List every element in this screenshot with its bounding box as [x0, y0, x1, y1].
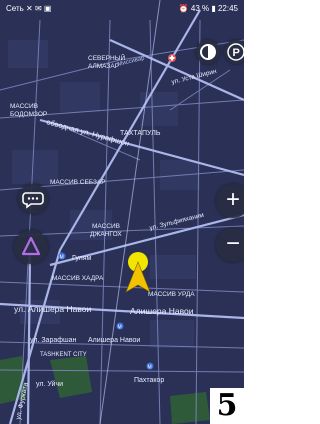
status-left: Сеть ✕ ✉ ▣	[6, 4, 52, 13]
svg-text:M: M	[118, 325, 122, 331]
alice-assistant-button[interactable]	[14, 230, 48, 264]
corner-number-label: 5	[210, 388, 244, 424]
status-bar: Сеть ✕ ✉ ▣ ⏰ 43 % ▮ 22:45	[0, 0, 244, 18]
label-dzhangoh-1: МАССИВ	[92, 223, 120, 230]
label-navoi-1: ул. Алишера Навои	[14, 304, 91, 314]
zoom-out-button[interactable]: −	[216, 228, 244, 262]
svg-text:M: M	[148, 365, 152, 371]
label-tahtapul: ТАХТАПУЛЬ	[120, 130, 161, 137]
parking-icon: P	[227, 43, 244, 61]
label-pakhtakor: Пахтакор	[134, 377, 164, 384]
chat-button[interactable]	[18, 184, 48, 214]
label-dzhangoh-2: ДЖАНГОХ	[90, 231, 122, 238]
label-bodomzor-1: МАССИВ	[10, 103, 38, 110]
label-navoi-2: Алишера Навои	[130, 306, 194, 316]
label-zarafshan: ул. Зарафшан	[30, 337, 76, 344]
label-bodomzor-2: БОДОМЗОР	[10, 111, 47, 118]
zoom-in-button[interactable]: +	[216, 184, 244, 218]
chat-bubble-icon	[22, 192, 44, 209]
label-gulyam: Гулям	[72, 255, 92, 262]
minus-icon: −	[225, 230, 240, 257]
status-right: ⏰ 43 % ▮ 22:45	[178, 4, 238, 13]
assistant-icon	[21, 236, 41, 256]
map-screen: СЕВЕРНЫЙ АЛМАЗАР Миссивар ул. Уста Ширин…	[0, 0, 244, 424]
svg-text:P: P	[233, 47, 240, 59]
label-sebzar: МАССИВ СЕБЗАР	[50, 179, 106, 186]
parking-button[interactable]: P	[224, 40, 244, 64]
label-hadra: МАССИВ ХАДРА	[52, 275, 104, 282]
plus-icon: +	[225, 186, 240, 213]
label-navoi-3: Алишера Навои	[88, 337, 140, 344]
label-urda: МАССИВ УРДА	[148, 291, 195, 298]
layers-icon	[200, 44, 216, 60]
svg-text:M: M	[60, 255, 64, 261]
label-uychi: ул. Уйчи	[36, 380, 63, 388]
label-severny-almazar-2: АЛМАЗАР	[88, 63, 119, 70]
map-style-button[interactable]	[196, 40, 220, 64]
hospital-poi-icon[interactable]	[168, 54, 176, 62]
label-tashkent-city: TASHKENT CITY	[40, 352, 87, 358]
